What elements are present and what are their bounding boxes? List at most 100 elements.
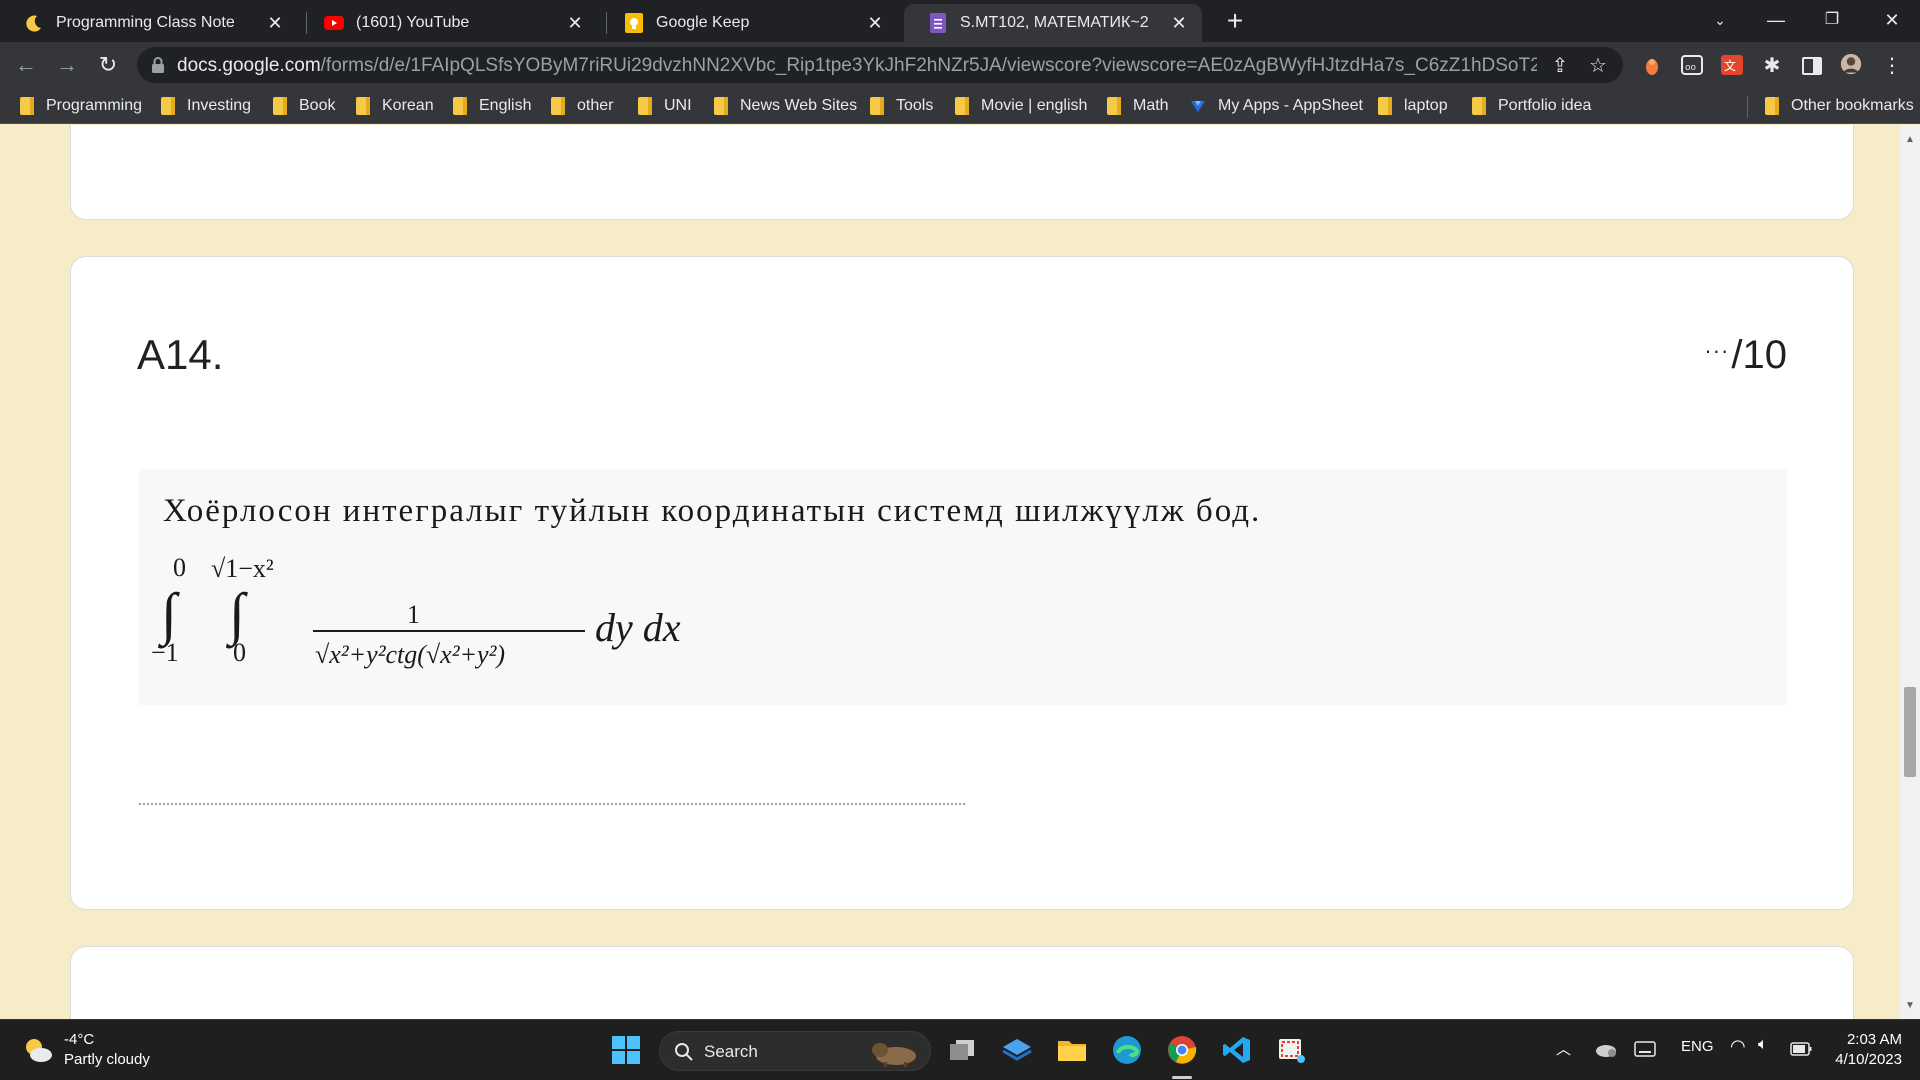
score-total: /10: [1731, 333, 1787, 377]
keep-icon: [624, 13, 644, 33]
bookmark-movie-english[interactable]: Movie | english: [955, 94, 1087, 118]
bookmark-book[interactable]: Book: [273, 94, 335, 118]
scrollbar-thumb[interactable]: [1904, 687, 1916, 777]
new-tab-plus-icon[interactable]: +: [1220, 6, 1250, 36]
scroll-down-arrow-icon[interactable]: ▼: [1905, 1001, 1915, 1011]
fraction-numerator: 1: [407, 600, 420, 629]
extension-translate-icon[interactable]: 文: [1721, 53, 1743, 77]
snipping-tool-icon[interactable]: [1274, 1032, 1310, 1068]
search-label: Search: [704, 1042, 758, 1061]
folder-icon: [161, 97, 175, 115]
answer-input-line[interactable]: [139, 803, 965, 805]
bookmark-investing[interactable]: Investing: [161, 94, 251, 118]
volume-icon[interactable]: 🔈︎: [1758, 1036, 1768, 1054]
edge-browser-icon[interactable]: [1109, 1032, 1145, 1068]
window-close-icon[interactable]: ✕: [1864, 0, 1920, 40]
bookmark-my-apps-appsheet[interactable]: My Apps - AppSheet: [1190, 94, 1363, 118]
battery-icon[interactable]: [1790, 1042, 1812, 1056]
forms-icon: [928, 13, 948, 33]
bookmark-label: Other bookmarks: [1791, 97, 1914, 114]
bookmark-news-web-sites[interactable]: News Web Sites: [714, 94, 857, 118]
question-text: Хоёрлосон интегралыг туйлын координатын …: [163, 493, 1262, 529]
outer-upper-limit: 0: [173, 553, 186, 582]
tab-close-icon[interactable]: ✕: [864, 12, 886, 34]
url-text[interactable]: docs.google.com/forms/d/e/1FAIpQLSfsYOBy…: [177, 55, 1537, 77]
tab-smt102-active[interactable]: S.MT102, МАТЕМАТИК~2 ✕: [904, 4, 1202, 42]
folder-icon: [20, 97, 34, 115]
folder-icon: [1472, 97, 1486, 115]
bookmark-portfolio-idea[interactable]: Portfolio idea: [1472, 94, 1591, 118]
extensions-puzzle-icon[interactable]: ✱: [1761, 55, 1783, 77]
tab-google-keep[interactable]: Google Keep ✕: [600, 4, 898, 42]
tab-search-chevron-icon[interactable]: ⌄: [1692, 0, 1748, 40]
tab-youtube[interactable]: (1601) YouTube ✕: [300, 4, 598, 42]
bookmark-math[interactable]: Math: [1107, 94, 1169, 118]
svg-text:文: 文: [1724, 58, 1736, 73]
onedrive-cloud-icon[interactable]: [1594, 1039, 1618, 1059]
folder-icon: [356, 97, 370, 115]
side-panel-icon[interactable]: [1801, 54, 1823, 78]
bookmark-other[interactable]: other: [551, 94, 613, 118]
bookmark-star-icon[interactable]: ☆: [1587, 55, 1609, 77]
share-icon[interactable]: ⇪: [1549, 55, 1571, 77]
lock-icon[interactable]: [151, 56, 165, 74]
bookmark-other-bookmarks[interactable]: Other bookmarks: [1765, 94, 1914, 118]
weather-widget[interactable]: -4°C Partly cloudy: [22, 1030, 150, 1070]
tab-close-icon[interactable]: ✕: [264, 12, 286, 34]
browser-toolbar: ← → ↻ docs.google.com/forms/d/e/1FAIpQLS…: [0, 42, 1920, 88]
folder-icon: [1765, 97, 1779, 115]
question-image: Хоёрлосон интегралыг туйлын координатын …: [139, 469, 1787, 705]
address-bar[interactable]: docs.google.com/forms/d/e/1FAIpQLSfsYOBy…: [137, 47, 1623, 83]
bookmark-label: Book: [299, 97, 336, 114]
tab-close-icon[interactable]: ✕: [1168, 12, 1190, 34]
minimize-icon[interactable]: —: [1748, 0, 1804, 40]
page-viewport: A14. ··· /10 Хоёрлосон интегралыг туйлын…: [0, 125, 1900, 1019]
taskbar-search[interactable]: Search: [659, 1031, 931, 1071]
vscode-icon[interactable]: [1219, 1032, 1255, 1068]
file-explorer-icon[interactable]: [1054, 1032, 1090, 1068]
wifi-icon[interactable]: ◠: [1730, 1036, 1746, 1057]
extension-cc-icon[interactable]: oo: [1681, 53, 1703, 77]
windows-taskbar: -4°C Partly cloudy Search ︿ ENG ◠ 🔈︎ 2:0…: [0, 1019, 1920, 1080]
weather-temperature: -4°C: [64, 1031, 95, 1048]
bookmark-label: Portfolio idea: [1498, 97, 1592, 114]
chrome-menu-icon[interactable]: ⋮: [1881, 55, 1903, 77]
bookmark-uni[interactable]: UNI: [638, 94, 692, 118]
task-view-icon[interactable]: [944, 1032, 980, 1068]
input-language[interactable]: ENG: [1681, 1038, 1714, 1055]
windows-start-icon[interactable]: [608, 1032, 644, 1068]
integral-formula: 0 ∫ −1 √1−x² ∫ 0 1 √x²+y²ctg(√x²+y²) dy …: [151, 553, 681, 669]
bookmark-korean[interactable]: Korean: [356, 94, 434, 118]
bookmark-label: other: [577, 97, 614, 114]
bookmark-tools[interactable]: Tools: [870, 94, 933, 118]
reload-icon[interactable]: ↻: [92, 49, 124, 81]
tab-programming-class-note[interactable]: Programming Class Note ✕: [0, 4, 298, 42]
keyboard-icon[interactable]: [1634, 1041, 1656, 1057]
chrome-icon[interactable]: [1164, 1032, 1200, 1068]
restore-icon[interactable]: ❐: [1804, 0, 1860, 40]
bookmark-label: English: [479, 97, 532, 114]
bookmark-programming[interactable]: Programming: [20, 94, 142, 118]
bookmark-laptop[interactable]: laptop: [1378, 94, 1448, 118]
system-clock[interactable]: 2:03 AM 4/10/2023: [1835, 1030, 1902, 1070]
back-arrow-icon[interactable]: ←: [10, 49, 42, 81]
widgets-app-icon[interactable]: [999, 1032, 1035, 1068]
bookmark-label: Korean: [382, 97, 434, 114]
folder-icon: [273, 97, 287, 115]
bookmark-english[interactable]: English: [453, 94, 531, 118]
clock-time: 2:03 AM: [1846, 1031, 1902, 1048]
question-card-a14: A14. ··· /10 Хоёрлосон интегралыг туйлын…: [70, 256, 1854, 910]
folder-icon: [714, 97, 728, 115]
profile-avatar[interactable]: [1840, 52, 1862, 76]
show-hidden-icons-chevron-icon[interactable]: ︿: [1556, 1038, 1571, 1059]
scroll-up-arrow-icon[interactable]: ▲: [1905, 135, 1915, 145]
tab-close-icon[interactable]: ✕: [564, 12, 586, 34]
extension-orange-icon[interactable]: [1641, 53, 1663, 77]
appsheet-icon: [1191, 101, 1205, 112]
forward-arrow-icon[interactable]: →: [51, 49, 83, 81]
bookmark-label: Programming: [46, 97, 143, 114]
bookmark-label: Movie | english: [981, 97, 1088, 114]
bookmark-label: UNI: [664, 97, 692, 114]
page-scrollbar[interactable]: ▲ ▼: [1900, 125, 1920, 1019]
differentials: dy dx: [595, 605, 681, 650]
